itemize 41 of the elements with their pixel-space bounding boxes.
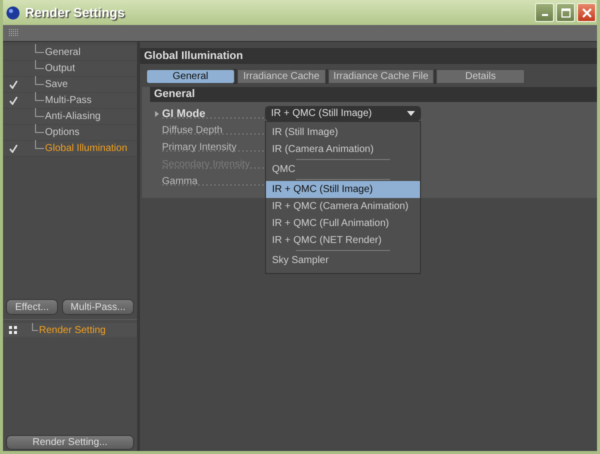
sphere-icon bbox=[6, 6, 20, 20]
check-icon[interactable] bbox=[8, 144, 18, 153]
menu-item[interactable]: IR + QMC (Full Animation) bbox=[266, 215, 420, 232]
tab[interactable]: Irradiance Cache bbox=[236, 69, 326, 84]
sidebar-button[interactable]: Effect... bbox=[6, 299, 58, 315]
menu-item[interactable]: IR + QMC (NET Render) bbox=[266, 232, 420, 249]
sidebar-item[interactable]: Global Illumination bbox=[44, 143, 128, 154]
focus-icon bbox=[9, 326, 17, 334]
render-setting-button[interactable]: Render Setting... bbox=[6, 435, 134, 450]
menu-item[interactable]: IR + QMC (Camera Animation) bbox=[266, 198, 420, 215]
minimize-button[interactable] bbox=[535, 3, 554, 22]
close-icon bbox=[582, 8, 592, 18]
sidebar-item[interactable]: Output bbox=[44, 63, 76, 74]
tab[interactable]: Details bbox=[436, 69, 525, 84]
sidebar-button[interactable]: Multi-Pass... bbox=[62, 299, 134, 315]
maximize-button[interactable] bbox=[556, 3, 575, 22]
parameter-label: GI Mode bbox=[162, 108, 265, 120]
menu-item[interactable]: IR (Still Image) bbox=[266, 124, 420, 141]
window-title: Render Settings bbox=[25, 5, 125, 20]
check-icon[interactable] bbox=[8, 96, 18, 105]
parameter-label: Primary Intensity bbox=[162, 142, 265, 153]
sidebar-item[interactable]: Options bbox=[44, 127, 80, 138]
panel-header: Global Illumination bbox=[140, 48, 597, 64]
sidebar-item[interactable]: Anti-Aliasing bbox=[44, 111, 101, 122]
check-icon[interactable] bbox=[8, 80, 18, 89]
maximize-icon bbox=[560, 8, 570, 18]
sidebar-item[interactable]: Save bbox=[44, 79, 68, 90]
sidebar-item[interactable]: Multi-Pass bbox=[44, 95, 92, 106]
menu-item[interactable]: QMC bbox=[266, 161, 420, 178]
menu-item[interactable]: IR (Camera Animation) bbox=[266, 141, 420, 158]
section-header: General bbox=[150, 87, 597, 102]
caret-icon bbox=[407, 111, 415, 116]
close-button[interactable] bbox=[577, 3, 596, 22]
parameter-label: Diffuse Depth bbox=[162, 125, 265, 136]
menu-item[interactable]: Sky Sampler bbox=[266, 252, 420, 269]
parameter-label: Gamma bbox=[162, 176, 265, 187]
menu-item[interactable]: IR + QMC (Still Image) bbox=[266, 181, 420, 198]
triangle-icon bbox=[155, 110, 159, 116]
tab[interactable]: General bbox=[146, 69, 235, 84]
sidebar-item[interactable]: General bbox=[44, 47, 81, 58]
tab[interactable]: Irradiance Cache File bbox=[328, 69, 434, 84]
